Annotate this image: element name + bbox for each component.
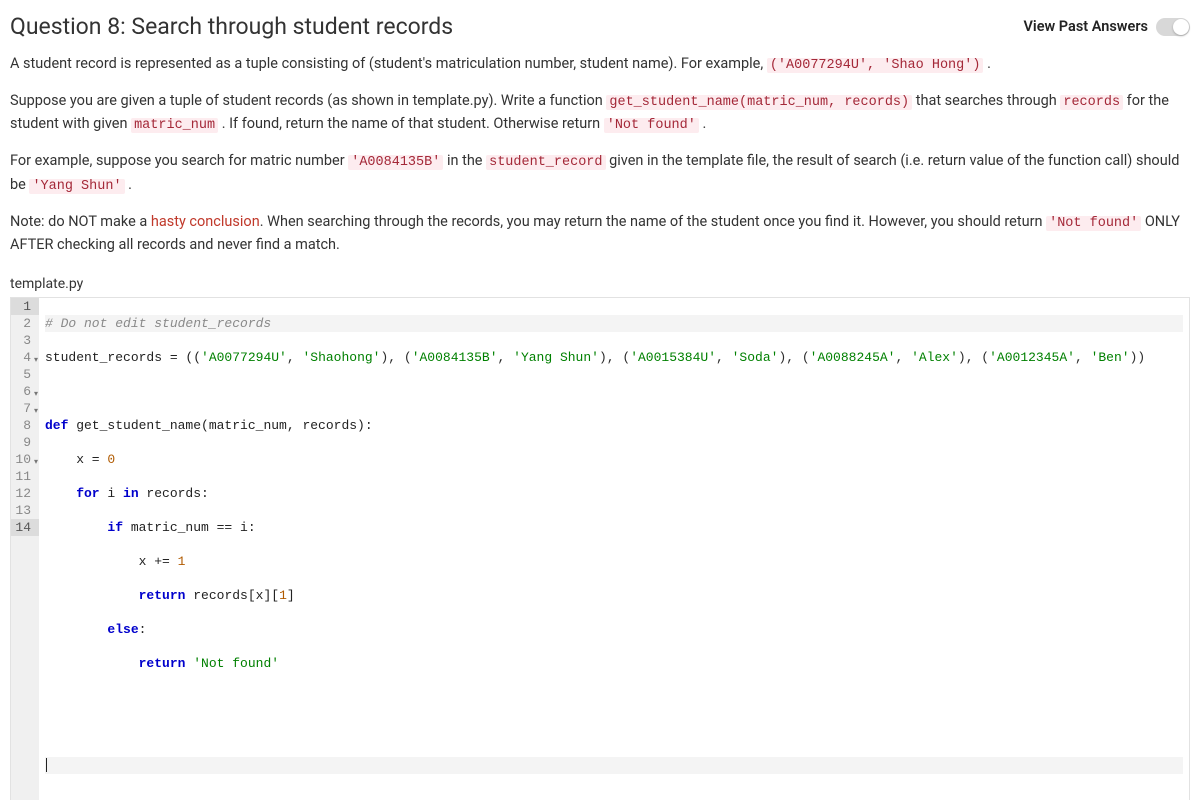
code-matric-num: matric_num [131, 118, 218, 133]
code-not-found-2: 'Not found' [1046, 216, 1141, 231]
gutter-line: 10 [11, 451, 39, 468]
code-not-found: 'Not found' [604, 118, 699, 133]
code-matric-example: 'A0084135B' [348, 155, 443, 170]
gutter-line: 6 [11, 383, 39, 400]
code-record-example: ('A0077294U', 'Shao Hong') [767, 58, 984, 73]
cursor-icon [46, 758, 47, 772]
code-line[interactable] [45, 723, 1183, 740]
gutter-line: 14 [11, 519, 39, 536]
code-line[interactable] [45, 383, 1183, 400]
code-line[interactable]: for i in records: [45, 485, 1183, 502]
description-p2: Suppose you are given a tuple of student… [10, 90, 1190, 137]
gutter-line: 3 [11, 332, 39, 349]
code-line[interactable]: x += 1 [45, 553, 1183, 570]
code-line[interactable]: if matric_num == i: [45, 519, 1183, 536]
code-line[interactable]: return records[x][1] [45, 587, 1183, 604]
code-records: records [1060, 95, 1123, 110]
description-p4: Note: do NOT make a hasty conclusion. Wh… [10, 211, 1190, 256]
code-line[interactable]: # Do not edit student_records [45, 315, 1183, 332]
view-past-answers-label: View Past Answers [1024, 16, 1148, 38]
gutter-line: 7 [11, 400, 39, 417]
code-line[interactable] [45, 689, 1183, 706]
code-line[interactable]: def get_student_name(matric_num, records… [45, 417, 1183, 434]
gutter-line: 2 [11, 315, 39, 332]
code-student-record: student_record [486, 155, 605, 170]
code-line[interactable] [45, 757, 1183, 774]
code-line[interactable]: student_records = (('A0077294U', 'Shaoho… [45, 349, 1183, 366]
question-header: Question 8: Search through student recor… [10, 10, 1190, 45]
gutter-line: 13 [11, 502, 39, 519]
code-line[interactable]: x = 0 [45, 451, 1183, 468]
gutter-line: 12 [11, 485, 39, 502]
code-line[interactable]: else: [45, 621, 1183, 638]
gutter-line: 5 [11, 366, 39, 383]
question-title: Question 8: Search through student recor… [10, 10, 453, 45]
code-editor[interactable]: 1 2 3 4 5 6 7 8 9 10 11 12 13 14 # Do no… [10, 297, 1190, 800]
gutter-line: 8 [11, 417, 39, 434]
code-yang-shun: 'Yang Shun' [29, 179, 124, 194]
gutter-line: 9 [11, 434, 39, 451]
editor-filename: template.py [10, 274, 1190, 295]
hasty-conclusion-text: hasty conclusion [151, 213, 260, 230]
gutter-line: 11 [11, 468, 39, 485]
code-line[interactable]: return 'Not found' [45, 655, 1183, 672]
description-p1: A student record is represented as a tup… [10, 53, 1190, 76]
code-func-sig: get_student_name(matric_num, records) [606, 95, 912, 110]
view-past-answers-control[interactable]: View Past Answers [1024, 16, 1190, 38]
gutter-line: 4 [11, 349, 39, 366]
view-past-answers-toggle[interactable] [1156, 18, 1190, 36]
description-p3: For example, suppose you search for matr… [10, 150, 1190, 197]
gutter-line: 1 [11, 298, 39, 315]
